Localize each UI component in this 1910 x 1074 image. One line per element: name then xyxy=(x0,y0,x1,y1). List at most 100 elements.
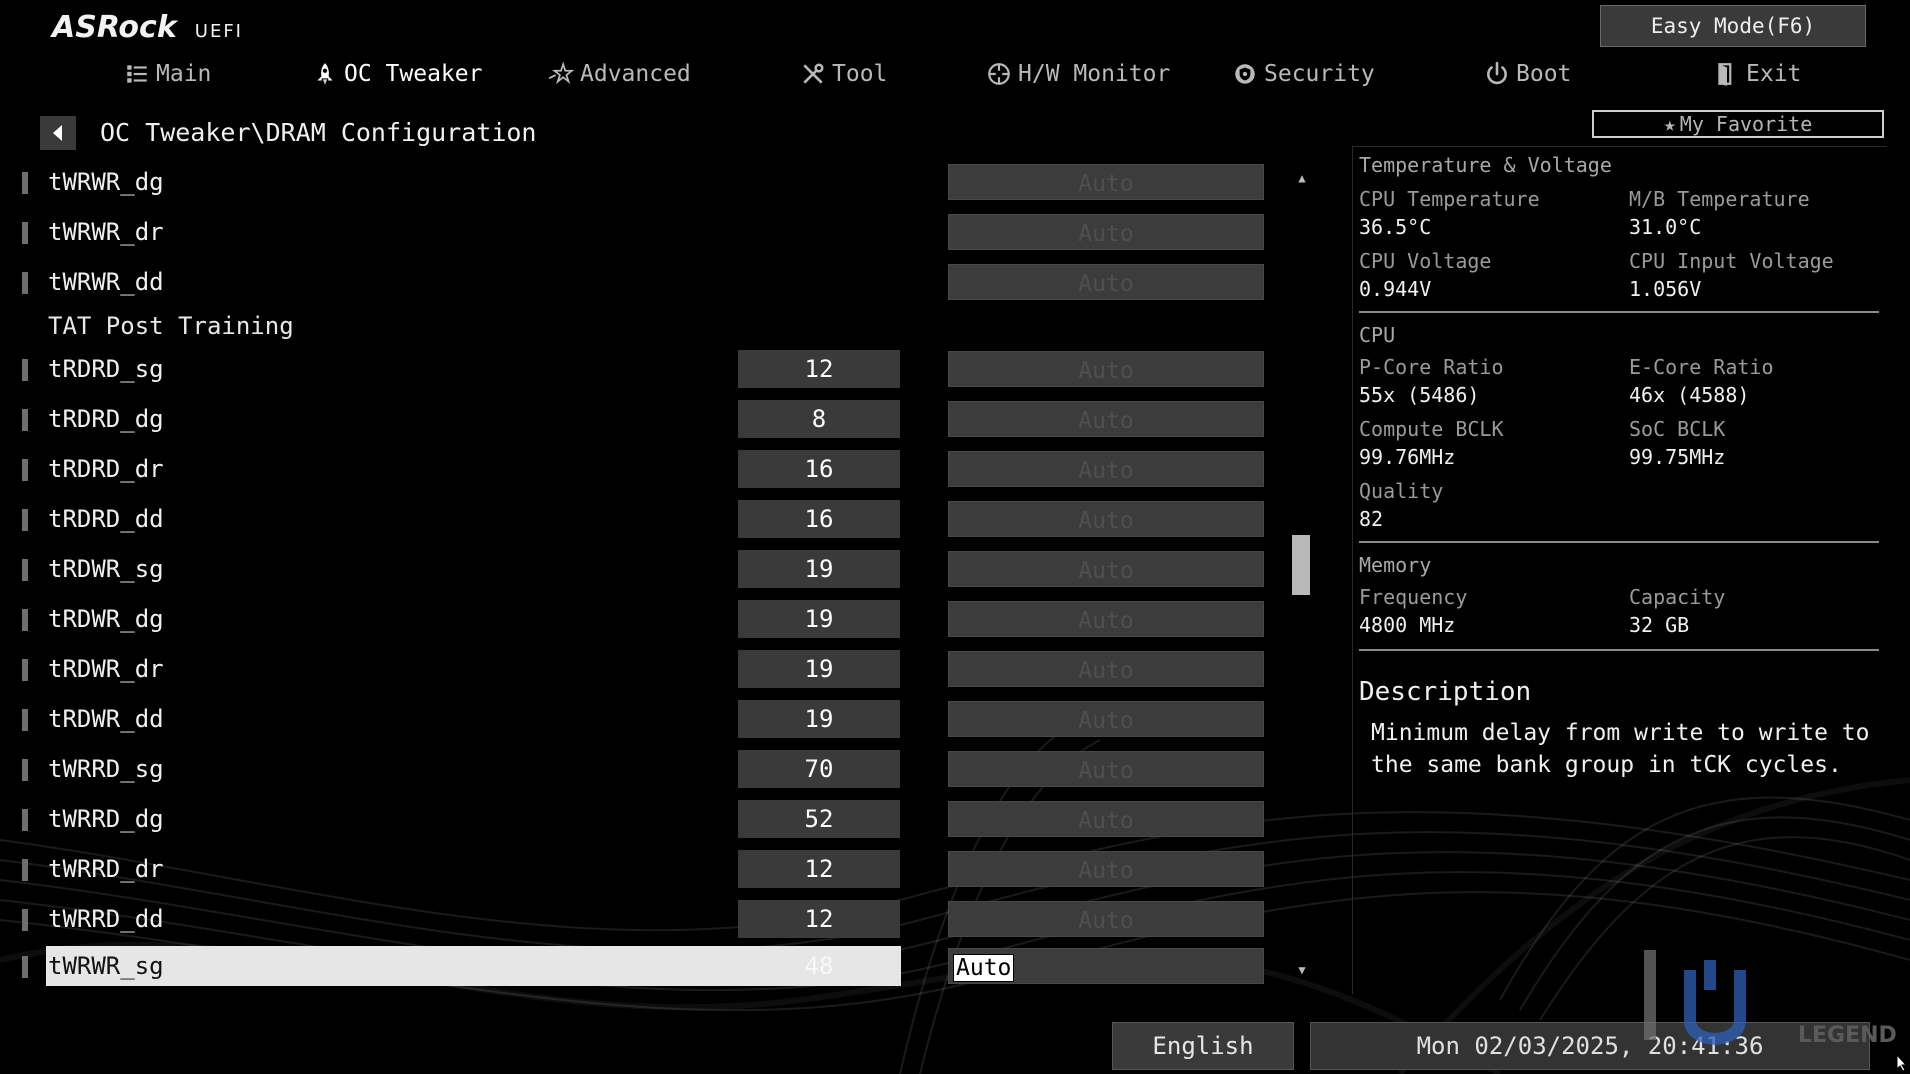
row-marker xyxy=(22,709,28,731)
setting-option[interactable]: Auto xyxy=(948,948,1264,984)
tab-main[interactable]: Main xyxy=(124,56,211,92)
setting-label: tRDRD_dr xyxy=(48,455,164,483)
setting-option[interactable]: Auto xyxy=(948,601,1264,637)
compute-bclk-label: Compute BCLK xyxy=(1359,417,1504,441)
row-marker xyxy=(22,459,28,481)
divider xyxy=(1359,541,1879,543)
watermark-text: LEGEND xyxy=(1798,1023,1897,1048)
setting-row[interactable]: tWRRD_dr 12 Auto xyxy=(0,849,1270,888)
row-marker xyxy=(22,859,28,881)
setting-row[interactable]: tWRWR_dd Auto xyxy=(0,262,1270,300)
tab-hw-monitor[interactable]: H/W Monitor xyxy=(986,56,1170,92)
setting-row[interactable]: tWRRD_dg 52 Auto xyxy=(0,799,1270,838)
memory-capacity-value: 32 GB xyxy=(1629,613,1690,637)
setting-label: tWRWR_dr xyxy=(48,218,164,246)
setting-row[interactable]: tRDWR_dd 19 Auto xyxy=(0,699,1270,738)
setting-option[interactable]: Auto xyxy=(948,214,1264,250)
setting-row[interactable]: tWRWR_dr Auto xyxy=(0,212,1270,250)
row-marker xyxy=(22,509,28,531)
setting-row-selected[interactable]: tWRWR_sg 48 Auto xyxy=(0,946,1270,986)
setting-option[interactable]: Auto xyxy=(948,751,1264,787)
watermark-logo: LEGEND xyxy=(1644,950,1897,1048)
section-header: TAT Post Training xyxy=(0,306,1270,344)
memory-title: Memory xyxy=(1359,553,1432,577)
uefi-label: UEFI xyxy=(194,21,243,42)
setting-row[interactable]: tRDWR_dg 19 Auto xyxy=(0,599,1270,638)
soc-bclk-label: SoC BCLK xyxy=(1629,417,1726,441)
tab-security[interactable]: Security xyxy=(1232,56,1375,92)
memory-frequency-label: Frequency xyxy=(1359,585,1468,609)
setting-option[interactable]: Auto xyxy=(948,701,1264,737)
setting-option[interactable]: Auto xyxy=(948,651,1264,687)
setting-label: tWRWR_dd xyxy=(48,268,164,296)
setting-option[interactable]: Auto xyxy=(948,551,1264,587)
pcore-ratio-label: P-Core Ratio xyxy=(1359,355,1504,379)
tab-hw-monitor-label: H/W Monitor xyxy=(1018,61,1171,87)
current-value: 19 xyxy=(738,600,900,638)
setting-option[interactable]: Auto xyxy=(948,501,1264,537)
scroll-up-arrow-icon[interactable]: ▲ xyxy=(1292,168,1312,188)
setting-row[interactable]: tRDRD_dg 8 Auto xyxy=(0,399,1270,438)
setting-option[interactable]: Auto xyxy=(948,264,1264,300)
ecore-ratio-label: E-Core Ratio xyxy=(1629,355,1774,379)
row-marker xyxy=(22,559,28,581)
star-icon: ★ xyxy=(1663,112,1676,136)
top-navigation: Main OC Tweaker Advanced Tool H/W Monito… xyxy=(0,56,1910,92)
setting-label: tWRRD_sg xyxy=(48,755,164,783)
divider xyxy=(1359,311,1879,313)
back-button[interactable] xyxy=(40,116,76,150)
brand-name: ASRock xyxy=(52,10,177,45)
quality-label: Quality xyxy=(1359,479,1444,503)
soc-bclk-value: 99.75MHz xyxy=(1629,445,1726,469)
asrock-logo: ASRock UEFI xyxy=(52,10,243,50)
setting-option[interactable]: Auto xyxy=(948,164,1264,200)
current-value: 16 xyxy=(738,450,900,488)
tab-boot[interactable]: Boot xyxy=(1484,56,1571,92)
scrollbar-thumb[interactable] xyxy=(1292,535,1310,595)
divider xyxy=(1359,649,1879,651)
pcore-ratio-value: 55x (5486) xyxy=(1359,383,1480,407)
tab-main-label: Main xyxy=(156,61,212,87)
setting-option[interactable]: Auto xyxy=(948,451,1264,487)
setting-row[interactable]: tWRRD_sg 70 Auto xyxy=(0,749,1270,788)
description-title: Description xyxy=(1359,677,1532,707)
setting-option[interactable]: Auto xyxy=(948,401,1264,437)
setting-option[interactable]: Auto xyxy=(948,801,1264,837)
tab-tool[interactable]: Tool xyxy=(800,56,887,92)
cpu-input-voltage-value: 1.056V xyxy=(1629,277,1702,301)
setting-label: tWRWR_dg xyxy=(48,168,164,196)
scrollbar[interactable]: ▲ ▼ xyxy=(1292,168,1312,980)
setting-row[interactable]: tRDRD_sg 12 Auto xyxy=(0,349,1270,388)
my-favorite-button[interactable]: ★ My Favorite xyxy=(1592,110,1884,138)
setting-row[interactable]: tWRRD_dd 12 Auto xyxy=(0,899,1270,938)
setting-option[interactable]: Auto xyxy=(948,901,1264,937)
current-value: 16 xyxy=(738,500,900,538)
current-value: 12 xyxy=(738,850,900,888)
quality-value: 82 xyxy=(1359,507,1384,531)
compute-bclk-value: 99.76MHz xyxy=(1359,445,1456,469)
current-value: 19 xyxy=(738,650,900,688)
monitor-icon xyxy=(986,61,1012,87)
tab-exit[interactable]: Exit xyxy=(1714,56,1801,92)
setting-label: tWRRD_dg xyxy=(48,805,164,833)
setting-label: tWRWR_sg xyxy=(48,952,164,980)
setting-row[interactable]: tRDRD_dr 16 Auto xyxy=(0,449,1270,488)
temp-voltage-title: Temperature & Voltage xyxy=(1359,153,1612,177)
scroll-down-arrow-icon[interactable]: ▼ xyxy=(1292,960,1312,980)
current-value: 48 xyxy=(804,952,834,980)
row-marker xyxy=(22,909,28,931)
setting-row[interactable]: tWRWR_dg Auto xyxy=(0,162,1270,200)
easy-mode-button[interactable]: Easy Mode(F6) xyxy=(1600,5,1866,47)
setting-option[interactable]: Auto xyxy=(948,351,1264,387)
setting-row[interactable]: tRDWR_sg 19 Auto xyxy=(0,549,1270,588)
language-button[interactable]: English xyxy=(1112,1022,1294,1070)
row-marker xyxy=(22,359,28,381)
setting-row[interactable]: tRDWR_dr 19 Auto xyxy=(0,649,1270,688)
setting-row[interactable]: tRDRD_dd 16 Auto xyxy=(0,499,1270,538)
setting-label: tRDRD_dg xyxy=(48,405,164,433)
tab-oc-tweaker[interactable]: OC Tweaker xyxy=(312,56,482,92)
tab-boot-label: Boot xyxy=(1516,61,1572,87)
tab-advanced[interactable]: Advanced xyxy=(548,56,691,92)
mb-temp-value: 31.0°C xyxy=(1629,215,1702,239)
setting-option[interactable]: Auto xyxy=(948,851,1264,887)
